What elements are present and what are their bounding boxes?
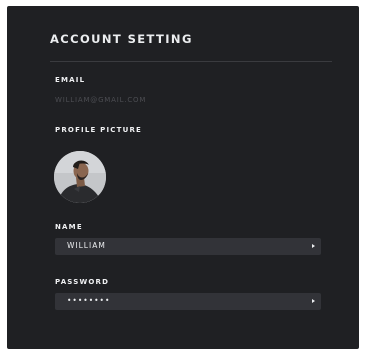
name-label: NAME [55,223,83,231]
name-value: WILLIAM [67,241,106,250]
password-value: •••••••• [67,296,111,305]
email-label: EMAIL [55,76,86,84]
avatar[interactable] [54,151,106,203]
name-field[interactable]: WILLIAM [55,238,321,255]
title-divider [50,61,332,62]
avatar-photo [54,151,106,203]
email-value: WILLIAM@GMAIL.COM [55,96,147,104]
profile-picture-label: PROFILE PICTURE [55,126,143,134]
password-field[interactable]: •••••••• [55,293,321,310]
account-settings-panel: ACCOUNT SETTING EMAIL WILLIAM@GMAIL.COM … [7,6,359,349]
password-label: PASSWORD [55,278,110,286]
panel-title: ACCOUNT SETTING [50,32,193,46]
caret-right-icon[interactable] [312,244,315,248]
caret-right-icon[interactable] [312,299,315,303]
